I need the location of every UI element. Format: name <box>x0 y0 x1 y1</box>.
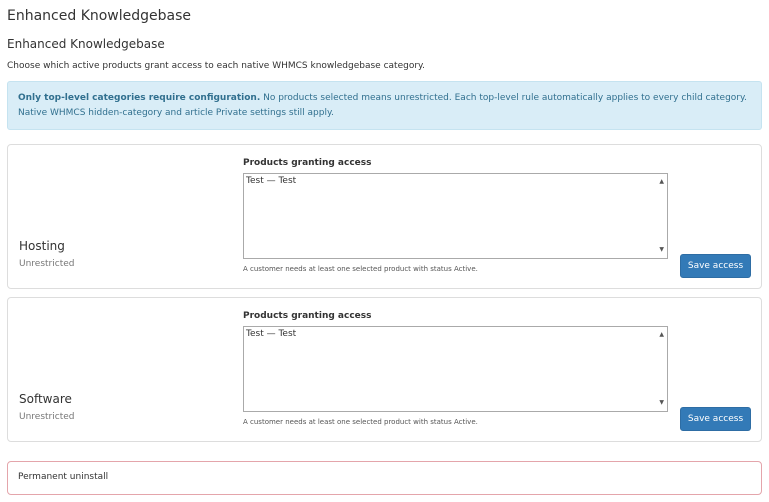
category-card-software: Software Unrestricted Products granting … <box>7 297 762 442</box>
category-name: Hosting <box>19 239 65 253</box>
products-help-text: A customer needs at least one selected p… <box>243 418 478 426</box>
scroll-down-icon[interactable]: ▼ <box>659 400 664 406</box>
info-alert: Only top-level categories require config… <box>7 81 762 130</box>
products-field-label: Products granting access <box>243 311 372 321</box>
products-multiselect[interactable]: Test — Test ▲ ▼ <box>243 173 668 259</box>
page-description: Choose which active products grant acces… <box>7 61 425 71</box>
info-alert-bold: Only top-level categories require config… <box>18 93 261 103</box>
save-access-button[interactable]: Save access <box>680 407 751 431</box>
products-field-label: Products granting access <box>243 158 372 168</box>
category-status: Unrestricted <box>19 412 75 422</box>
products-help-text: A customer needs at least one selected p… <box>243 265 478 273</box>
section-subtitle: Enhanced Knowledgebase <box>7 37 165 51</box>
category-status: Unrestricted <box>19 259 75 269</box>
category-name: Software <box>19 392 72 406</box>
products-multiselect[interactable]: Test — Test ▲ ▼ <box>243 326 668 412</box>
scroll-up-icon[interactable]: ▲ <box>659 179 664 185</box>
permanent-uninstall-panel[interactable]: Permanent uninstall <box>7 461 762 495</box>
product-option[interactable]: Test — Test <box>246 329 296 339</box>
save-access-button[interactable]: Save access <box>680 254 751 278</box>
scroll-up-icon[interactable]: ▲ <box>659 332 664 338</box>
category-card-hosting: Hosting Unrestricted Products granting a… <box>7 144 762 289</box>
permanent-uninstall-label[interactable]: Permanent uninstall <box>18 472 108 482</box>
product-option[interactable]: Test — Test <box>246 176 296 186</box>
scroll-down-icon[interactable]: ▼ <box>659 247 664 253</box>
page-title: Enhanced Knowledgebase <box>7 8 192 24</box>
